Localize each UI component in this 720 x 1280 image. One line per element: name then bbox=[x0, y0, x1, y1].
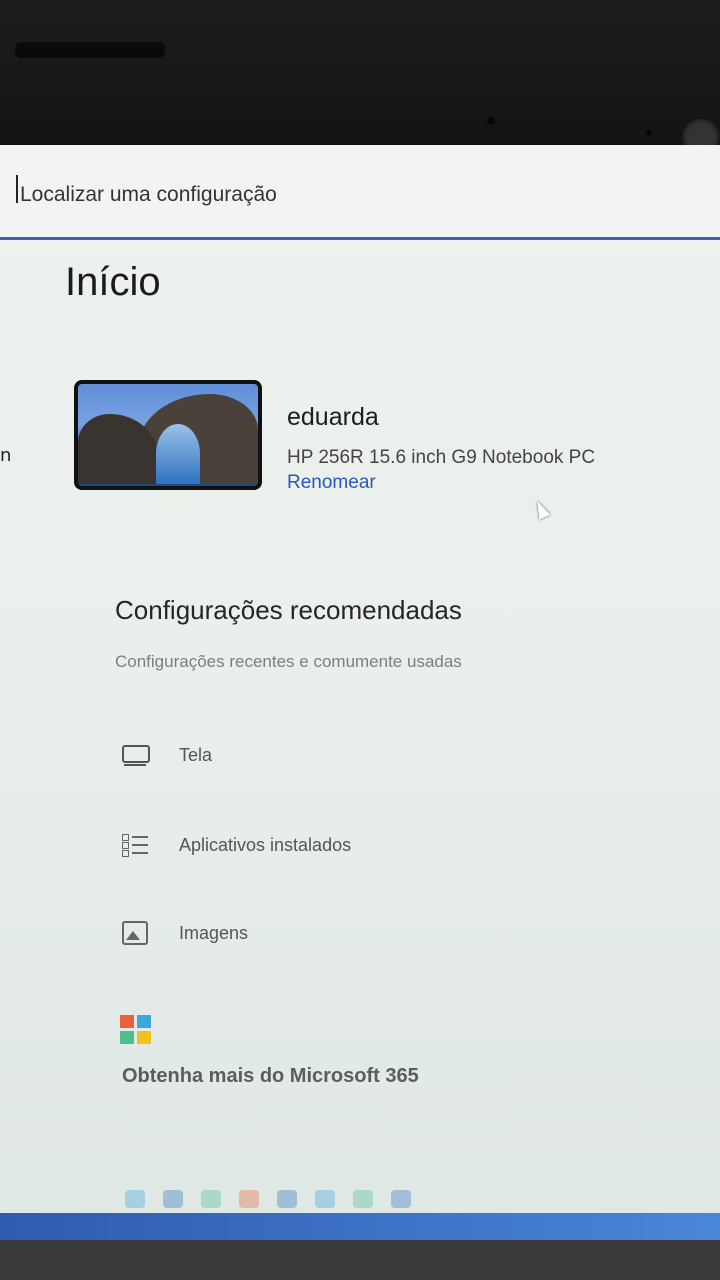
recommended-item-label: Tela bbox=[179, 744, 213, 765]
device-model: HP 256R 15.6 inch G9 Notebook PC bbox=[287, 447, 596, 468]
recommended-item-label: Aplicativos instalados bbox=[179, 834, 352, 855]
page-title: Início bbox=[65, 260, 161, 304]
rename-link[interactable]: Renomear bbox=[287, 472, 376, 494]
recommended-item-aplicativos[interactable]: Aplicativos instalados bbox=[120, 825, 620, 865]
taskbar-icons-reflection bbox=[125, 1190, 411, 1208]
text-caret bbox=[16, 175, 18, 203]
recommended-title: Configurações recomendadas bbox=[115, 595, 462, 625]
recommended-item-label: Imagens bbox=[179, 922, 249, 943]
sidebar-fragment: n bbox=[0, 445, 12, 466]
device-wallpaper-thumbnail[interactable] bbox=[74, 380, 262, 490]
search-input[interactable]: Localizar uma configuração bbox=[20, 183, 277, 207]
search-box[interactable]: Localizar uma configuração bbox=[0, 145, 720, 240]
sensor-dot bbox=[646, 130, 652, 136]
recommended-subtitle: Configurações recentes e comumente usada… bbox=[115, 652, 462, 671]
bezel-slot bbox=[15, 42, 165, 58]
settings-window: Localizar uma configuração n Início edua… bbox=[0, 145, 720, 1240]
laptop-bottom-bezel bbox=[0, 1240, 720, 1280]
apps-list-icon bbox=[120, 833, 150, 857]
wallpaper-arch bbox=[156, 424, 200, 484]
display-icon bbox=[120, 743, 150, 767]
microsoft-365-logo-icon bbox=[120, 1015, 154, 1045]
microsoft-365-title: Obtenha mais do Microsoft 365 bbox=[122, 1065, 419, 1087]
image-icon bbox=[120, 921, 150, 945]
mouse-cursor-icon bbox=[531, 498, 551, 520]
device-name: eduarda bbox=[287, 403, 379, 431]
recommended-item-tela[interactable]: Tela bbox=[120, 735, 620, 775]
sensor-dot bbox=[487, 117, 495, 125]
recommended-item-imagens[interactable]: Imagens bbox=[120, 913, 620, 953]
taskbar-edge bbox=[0, 1213, 720, 1240]
